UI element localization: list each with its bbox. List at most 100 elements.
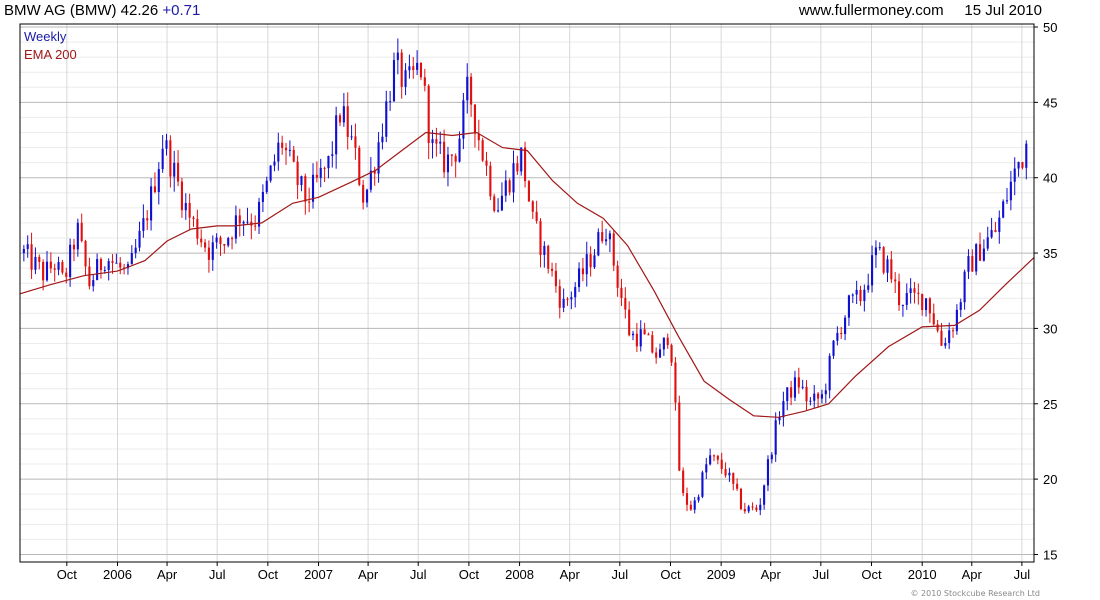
x-tick-label: Jul [209,567,226,582]
candle-body [797,377,800,388]
candle-body [146,218,149,221]
x-tick-label: 2006 [103,567,132,582]
legend-weekly: Weekly [24,29,67,44]
candle-body [119,262,122,268]
candle-body [265,180,268,192]
candle-body [824,390,827,395]
candle-body [998,217,1001,232]
candle-body [153,186,157,193]
candle-body [882,247,885,273]
candle-body [1025,143,1028,168]
candle-body [844,317,847,335]
candle-body [204,242,207,248]
candle-body [69,244,72,277]
candle-body [601,232,604,242]
x-tick-label: Apr [358,567,379,582]
candle-body [936,324,939,331]
candle-body [847,295,850,318]
candle-body [967,256,970,272]
x-tick-label: Oct [258,567,279,582]
y-tick-label: 35 [1043,246,1057,261]
candle-body [45,261,49,281]
candle-body [828,355,831,391]
candle-body [22,248,25,254]
candle-body [261,191,264,202]
candle-body [693,500,696,510]
candle-body [481,140,484,161]
candle-body [396,52,399,61]
candle-body [913,288,916,293]
candle-body [99,259,103,271]
candle-body [65,272,68,277]
candle-body [150,186,153,221]
candle-body [454,155,457,162]
candle-body [269,165,272,181]
y-tick-label: 15 [1043,547,1057,562]
candle-body [404,70,407,87]
candle-body [242,221,245,224]
candle-body [770,454,773,460]
candle-body [928,298,931,314]
y-tick-label: 45 [1043,95,1057,110]
candle-body [813,393,816,401]
candle-body [978,244,982,261]
candle-body [473,104,477,134]
candle-body [338,115,342,123]
candle-body [608,233,611,240]
candle-body [712,455,716,457]
candle-body [419,62,423,78]
candle-body [817,393,820,399]
candle-body [408,66,411,71]
candle-body [466,76,469,101]
candlestick-chart: Oct 2006 Apr Jul Oct 2007 Apr Jul Oct 2008 Apr Jul O… [19,20,1057,582]
candle-body [867,285,870,290]
x-tick-label: Jul [1014,567,1031,582]
candle-body [319,167,322,178]
candle-body [986,237,989,249]
x-tick-label: Oct [57,567,78,582]
candle-body [963,271,966,303]
candle-body [716,455,719,460]
candle-body [527,181,530,202]
candle-body [790,387,793,398]
candle-body [940,330,943,346]
candle-body [520,147,523,172]
candle-body [836,332,839,341]
candle-body [535,211,538,222]
candle-body [720,459,723,470]
candle-body [443,141,446,173]
candle-body [323,167,326,169]
candle-body [724,469,727,476]
candle-body [1002,201,1005,218]
candle-body [273,161,276,166]
candle-body [620,287,623,298]
candle-body [292,149,295,162]
candle-body [331,154,334,156]
candle-body [230,238,234,240]
candle-body [508,180,511,193]
candle-body [157,169,160,193]
candle-body [254,225,257,227]
candle-body [500,195,503,211]
candle-body [365,189,369,203]
candle-body [682,470,685,494]
candle-body [874,247,877,256]
candle-body [192,217,195,219]
candle-body [416,62,419,70]
candle-body [863,289,866,302]
candle-body [346,106,349,137]
x-tick-label: Apr [761,567,782,582]
candle-body [643,329,646,335]
candle-body [924,298,928,311]
candle-body [1017,162,1020,169]
candle-body [832,340,835,356]
plot-area [20,24,1034,562]
candle-body [793,377,797,398]
candle-body [504,180,507,196]
candle-body [612,233,615,266]
candle-body [662,337,665,350]
candle-body [543,245,546,255]
candle-body [207,247,210,260]
candle-body [238,215,241,224]
candle-body [901,304,904,306]
